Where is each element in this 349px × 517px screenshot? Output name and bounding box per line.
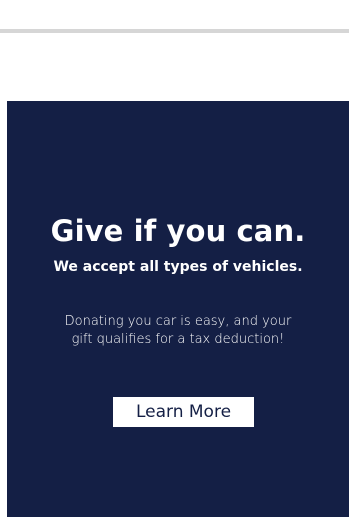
- page: Give if you can. We accept all types of …: [0, 0, 349, 517]
- ad-subhead: We accept all types of vehicles.: [53, 259, 303, 275]
- vehicle-donation-ad: Give if you can. We accept all types of …: [7, 101, 349, 517]
- ad-headline: Give if you can.: [50, 214, 306, 248]
- ad-body-text: Donating you car is easy, and your gift …: [64, 314, 292, 347]
- learn-more-button[interactable]: Learn More: [113, 397, 254, 427]
- top-divider: [0, 29, 349, 33]
